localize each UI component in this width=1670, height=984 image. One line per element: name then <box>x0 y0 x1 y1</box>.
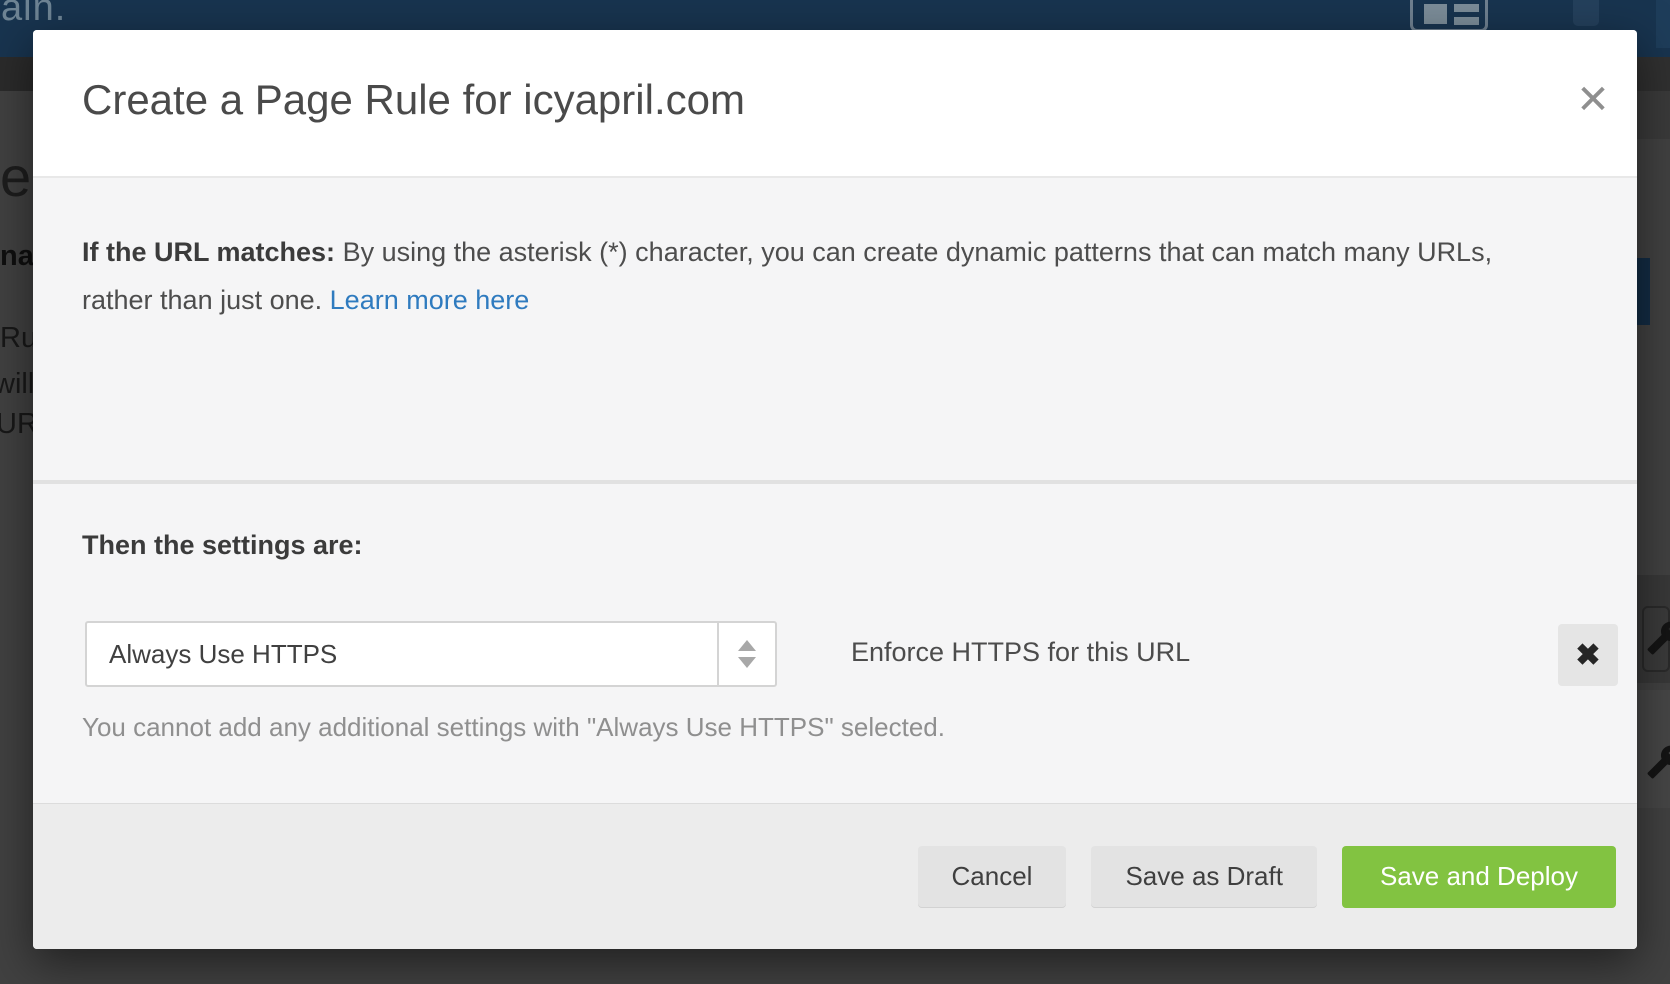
settings-note: You cannot add any additional settings w… <box>82 712 945 743</box>
learn-more-link[interactable]: Learn more here <box>330 285 530 315</box>
setting-select-value: Always Use HTTPS <box>109 639 337 670</box>
icon-bar <box>1454 4 1479 12</box>
settings-heading: Then the settings are: <box>82 530 363 561</box>
occluded-page-band <box>0 57 33 91</box>
occluded-page-band <box>1637 91 1670 139</box>
occluded-header-text: ain. <box>1 0 66 30</box>
occluded-blue-button-fragment <box>1637 258 1650 325</box>
icon-bar <box>1454 17 1479 25</box>
chevron-down-icon <box>738 657 756 668</box>
settings-section: Then the settings are: Always Use HTTPS … <box>33 484 1637 803</box>
select-stepper-icon[interactable] <box>717 623 775 685</box>
save-and-deploy-button[interactable]: Save and Deploy <box>1342 846 1616 908</box>
wrench-icon <box>1646 744 1670 780</box>
url-match-description: If the URL matches: By using the asteris… <box>82 228 1552 324</box>
partial-icon <box>1656 0 1670 48</box>
chevron-up-icon <box>738 640 756 651</box>
occluded-text-fragment: e <box>0 144 31 209</box>
modal-title: Create a Page Rule for icyapril.com <box>82 76 745 124</box>
layout-columns-icon <box>1410 0 1488 32</box>
modal-footer: Cancel Save as Draft Save and Deploy <box>33 803 1637 949</box>
setting-select[interactable]: Always Use HTTPS <box>85 621 777 687</box>
url-match-section: If the URL matches: By using the asteris… <box>33 178 1637 480</box>
modal-header: Create a Page Rule for icyapril.com ✕ <box>33 30 1637 178</box>
occluded-text-fragment: Ru <box>0 322 37 355</box>
screen: ain. e nav Ru will UR Create a Page Rule… <box>0 0 1670 984</box>
create-page-rule-modal: Create a Page Rule for icyapril.com ✕ If… <box>33 30 1637 949</box>
close-icon[interactable]: ✕ <box>1567 74 1619 126</box>
icon-block <box>1424 4 1447 24</box>
occluded-page-band <box>1637 57 1670 91</box>
setting-description: Enforce HTTPS for this URL <box>851 637 1190 668</box>
url-match-label: If the URL matches: <box>82 237 343 267</box>
save-as-draft-button[interactable]: Save as Draft <box>1091 846 1317 908</box>
partial-icon <box>1573 0 1599 26</box>
cancel-button[interactable]: Cancel <box>918 846 1067 908</box>
remove-setting-button[interactable]: ✖ <box>1558 624 1618 686</box>
wrench-icon <box>1646 620 1670 656</box>
occluded-text-fragment: will <box>0 368 34 401</box>
